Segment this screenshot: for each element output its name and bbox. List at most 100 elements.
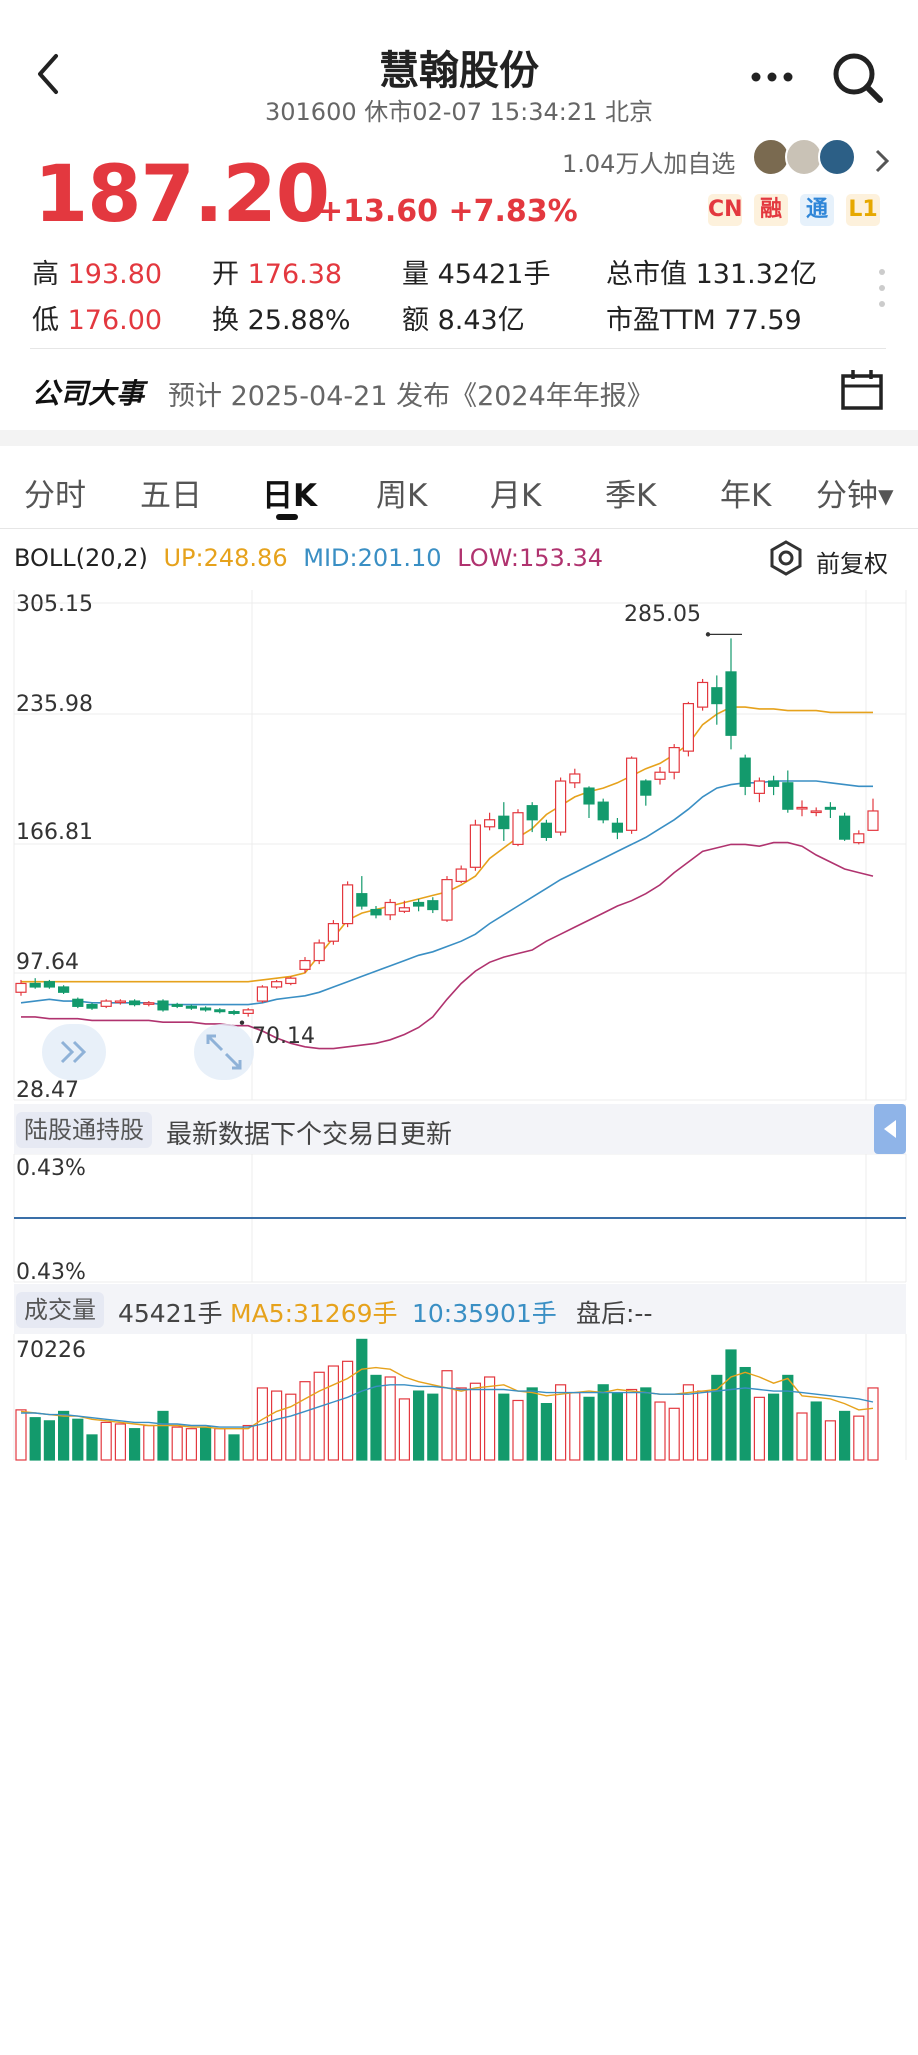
followers-count[interactable]: 1.04万人加自选: [562, 144, 735, 179]
volume-bar: [867, 1387, 879, 1461]
boll-legend: BOLL(20,2) UP:248.86 MID:201.10 LOW:153.…: [14, 544, 603, 572]
volume-bar: [86, 1434, 98, 1461]
candle-body: [526, 805, 538, 821]
candle-body: [129, 1000, 141, 1006]
expand-dots-icon[interactable]: [878, 268, 886, 308]
badge-connect: 通: [800, 194, 834, 226]
candle-body: [285, 977, 297, 985]
y-tick-label: 305.15: [16, 592, 93, 617]
tab-minute[interactable]: 分钟▾: [816, 470, 894, 515]
adjust-mode[interactable]: 前复权: [816, 544, 888, 579]
max-price-label: 285.05: [624, 602, 701, 627]
candle-body: [327, 923, 339, 942]
candle-body: [682, 702, 695, 752]
tab-intraday[interactable]: 分时: [24, 470, 86, 515]
settings-icon[interactable]: [768, 540, 804, 576]
tab-yearly-k[interactable]: 年K: [720, 470, 771, 515]
volume-bar: [824, 1420, 837, 1461]
volume-bar: [810, 1401, 822, 1461]
candle-body: [498, 815, 510, 830]
volume-bar: [668, 1407, 680, 1461]
event-text[interactable]: 预计 2025-04-21 发布《2024年年报》: [168, 374, 654, 413]
candle-body: [711, 687, 723, 705]
stock-name: 慧翰股份: [379, 48, 539, 94]
volume-bar: [356, 1338, 368, 1461]
candle-body: [824, 806, 837, 810]
volume-bar: [597, 1384, 609, 1461]
candle-body: [299, 959, 311, 970]
calendar-icon[interactable]: [840, 368, 884, 412]
candle-body: [512, 812, 524, 846]
badge-cn: CN: [708, 194, 743, 226]
volume-bar: [512, 1399, 524, 1461]
candle-body: [185, 1005, 197, 1009]
candle-body: [640, 780, 652, 796]
tab-quarterly-k[interactable]: 季K: [605, 470, 656, 515]
tab-daily-k[interactable]: 日K: [262, 470, 317, 515]
volume-bar: [782, 1374, 794, 1461]
search-icon[interactable]: [830, 50, 884, 104]
candle-body: [313, 942, 325, 962]
stock-code-status: 301600 休市02-07 15:34:21 北京: [264, 98, 654, 126]
volume-bar: [455, 1387, 467, 1461]
candle-body: [668, 746, 680, 773]
volume-value: 45421手: [118, 1299, 223, 1328]
stat-amount: 额 8.43亿: [402, 305, 525, 336]
hk-hold-line: [14, 1217, 906, 1219]
candle-body: [398, 907, 410, 912]
tab-five-day[interactable]: 五日: [140, 470, 202, 515]
tab-weekly-k[interactable]: 周K: [376, 470, 427, 515]
volume-bar: [242, 1424, 254, 1461]
candle-body: [853, 833, 865, 844]
volume-bar: [725, 1349, 737, 1461]
boll-low-line: [21, 841, 874, 1050]
section-gap: [0, 430, 918, 446]
badge-level1: L1: [846, 194, 880, 226]
volume-bar: [114, 1423, 127, 1461]
volume-bar: [711, 1374, 723, 1461]
candle-body: [611, 822, 624, 833]
chevron-right-icon[interactable]: [872, 148, 892, 174]
volume-label[interactable]: 成交量: [16, 1292, 104, 1328]
volume-bar: [384, 1376, 396, 1461]
candle-body: [867, 810, 879, 831]
volume-ma10: 10:35901手: [412, 1299, 557, 1328]
volume-bar: [853, 1415, 865, 1461]
candle-body: [242, 1009, 254, 1014]
volume-bar: [441, 1370, 453, 1461]
volume-bar: [838, 1410, 851, 1461]
stat-high: 高 193.80: [32, 259, 163, 290]
divider: [30, 348, 886, 349]
candle-body: [753, 780, 766, 794]
candle-body: [725, 671, 737, 736]
volume-bar: [796, 1412, 808, 1461]
volume-bar: [171, 1426, 183, 1461]
candle-body: [413, 901, 425, 907]
more-icon[interactable]: [750, 68, 794, 82]
forward-icon[interactable]: [42, 1024, 106, 1080]
volume-bars: [15, 1338, 879, 1461]
volume-bar: [72, 1418, 84, 1461]
volume-max-label: 70226: [16, 1338, 86, 1363]
candle-body: [484, 819, 496, 828]
volume-bar: [299, 1381, 311, 1461]
volume-bar: [15, 1409, 27, 1461]
hk-hold-label[interactable]: 陆股通持股: [16, 1112, 152, 1148]
candle-body: [654, 771, 666, 780]
divider: [0, 528, 918, 529]
candle-body: [625, 757, 638, 831]
tab-monthly-k[interactable]: 月K: [490, 470, 541, 515]
volume-bar: [654, 1401, 666, 1461]
badge-margin: 融: [754, 194, 788, 226]
y-tick-label: 235.98: [16, 692, 93, 717]
volume-bar: [767, 1393, 780, 1461]
volume-bar: [611, 1392, 624, 1461]
fullscreen-icon[interactable]: [194, 1024, 254, 1080]
volume-bar: [228, 1434, 240, 1461]
volume-bar: [640, 1387, 652, 1461]
collapse-icon[interactable]: [874, 1104, 906, 1154]
candle-body: [157, 1000, 169, 1011]
candle-body: [583, 787, 595, 805]
volume-bar: [313, 1371, 325, 1461]
hk-hold-tick: 0.43%: [16, 1260, 86, 1285]
